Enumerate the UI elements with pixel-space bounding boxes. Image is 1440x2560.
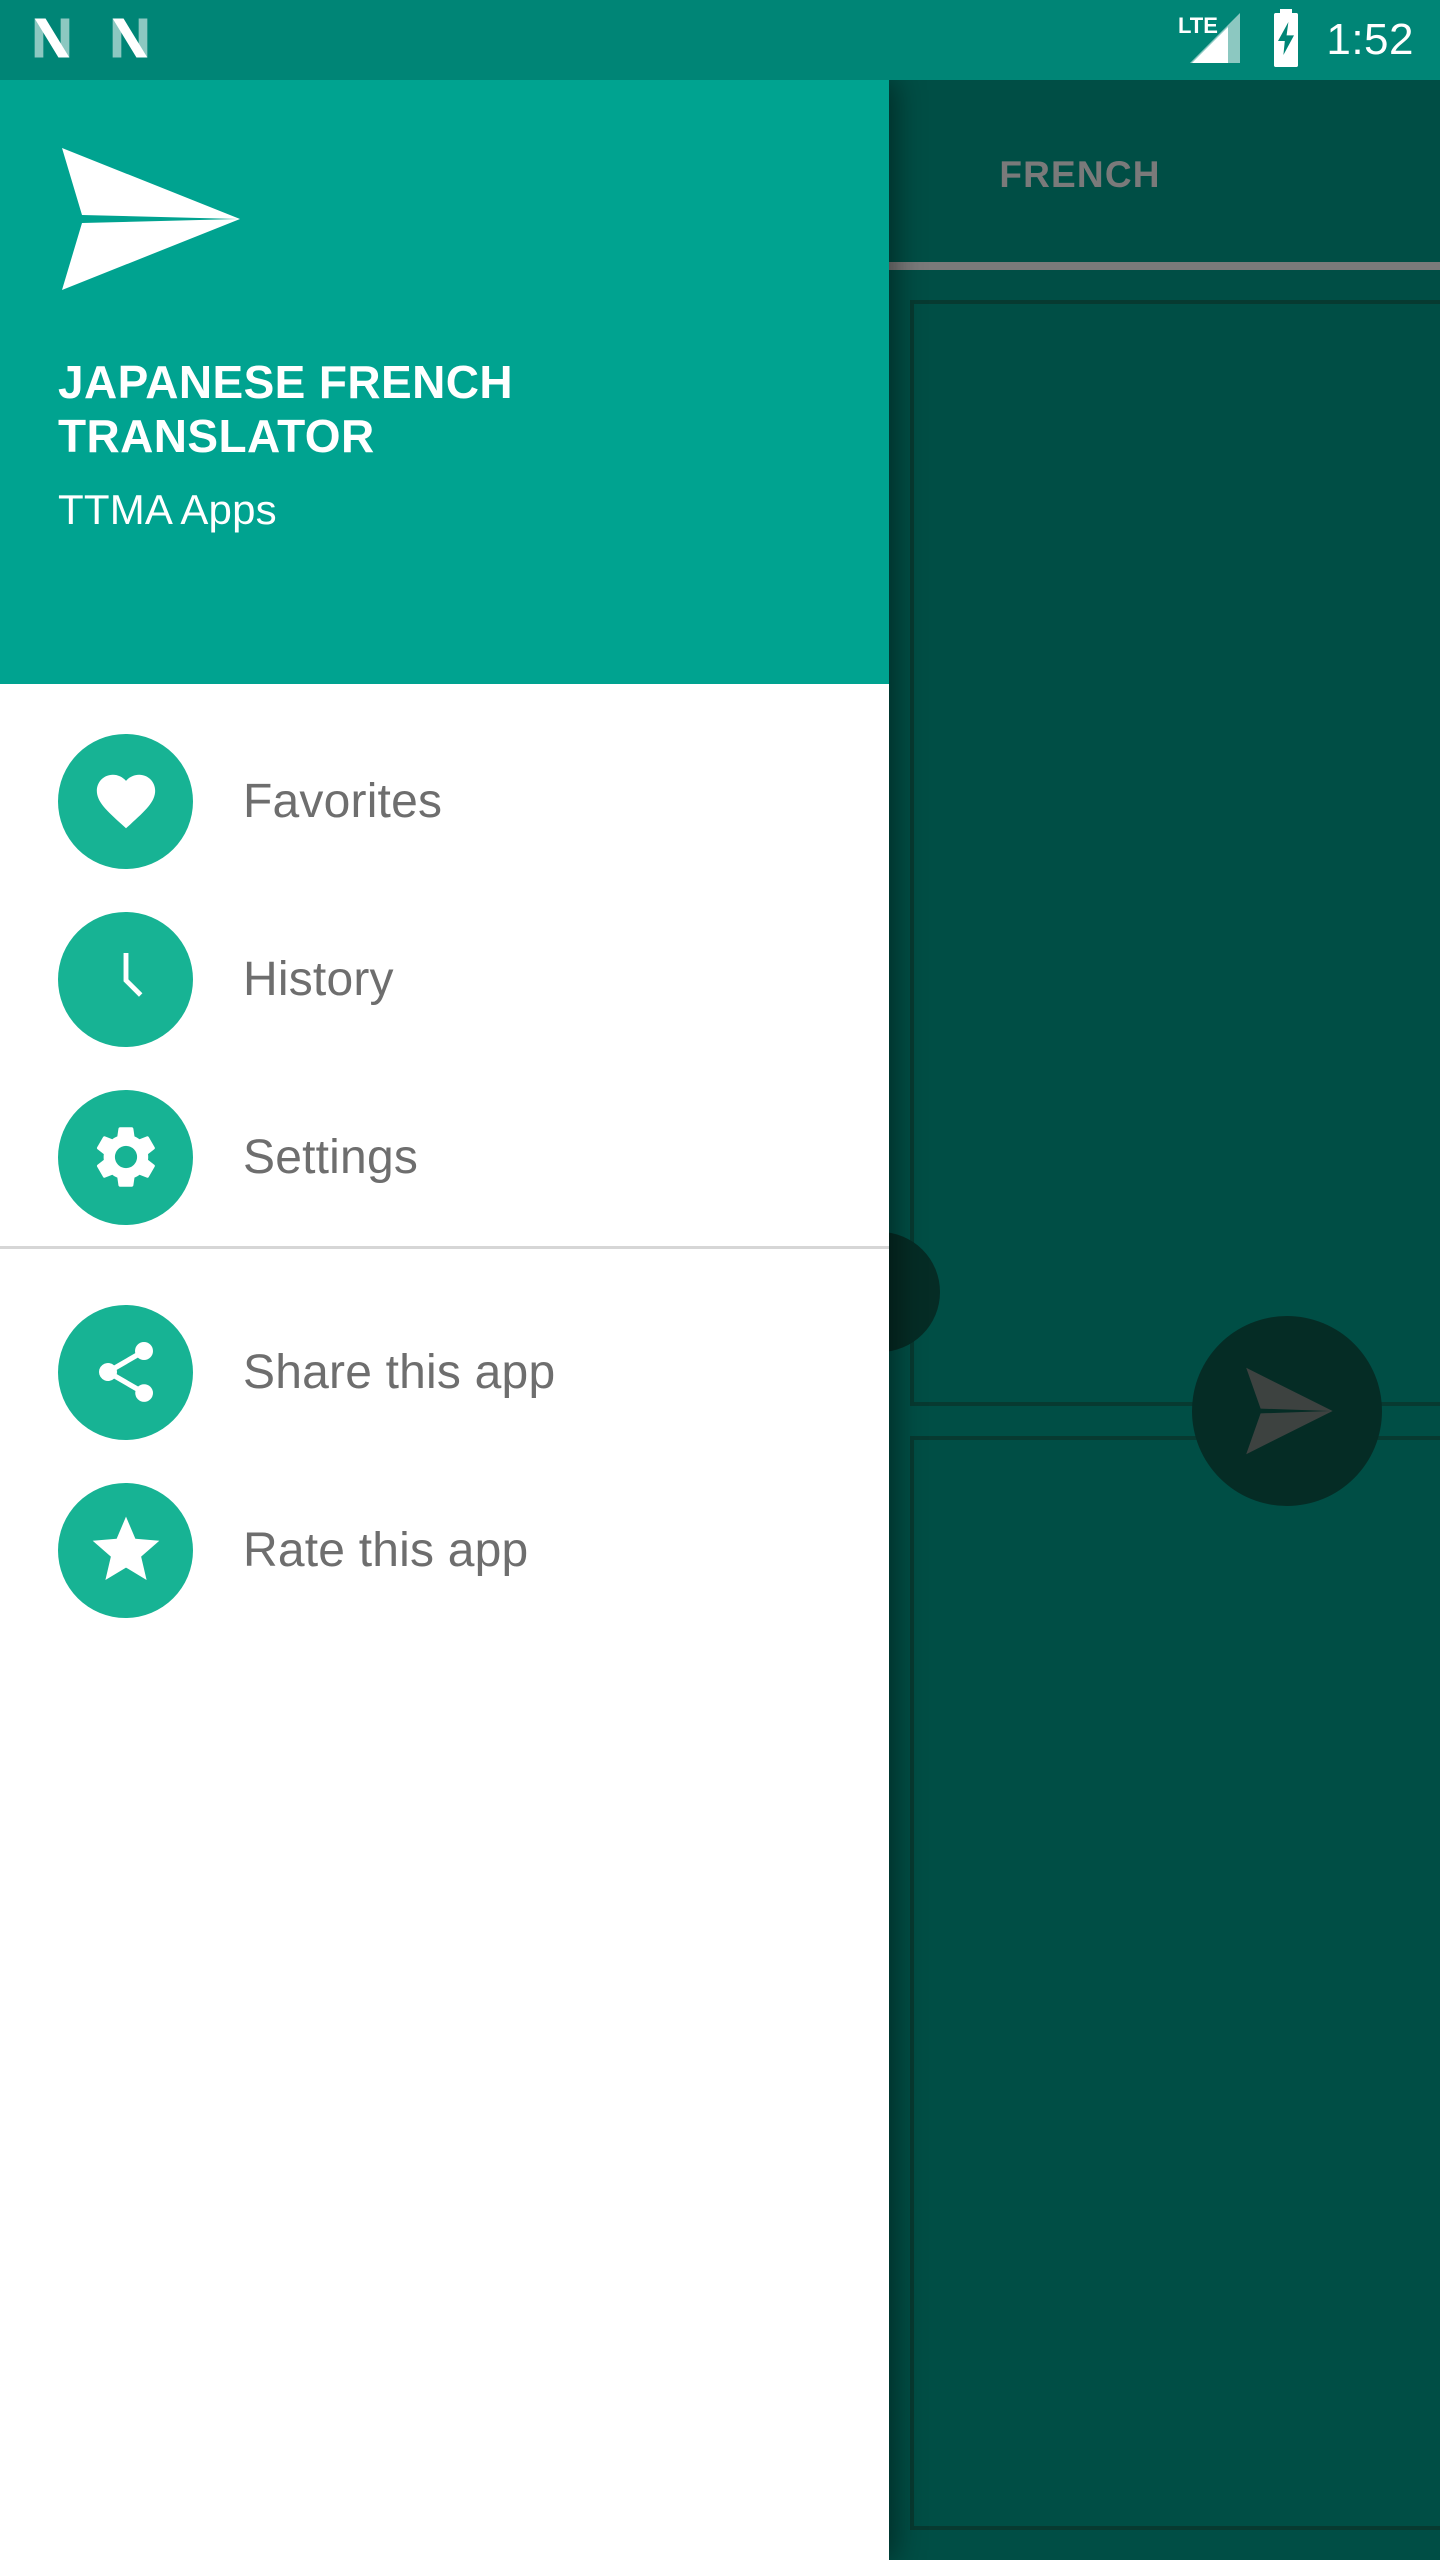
signal-bars-icon: LTE — [1178, 9, 1246, 72]
svg-text:LTE: LTE — [1178, 13, 1218, 38]
phone-screen: JAPANESE FRENCH JAPANESE FRENC — [0, 0, 1440, 2560]
sidebar-item-label: Rate this app — [243, 1523, 529, 1577]
battery-charging-icon — [1268, 8, 1304, 72]
drawer-secondary-menu: Share this app Rate this app — [0, 1249, 889, 1639]
drawer-primary-menu: Favorites History Settings — [0, 684, 889, 1246]
sidebar-item-favorites[interactable]: Favorites — [0, 712, 889, 890]
sidebar-item-label: History — [243, 952, 394, 1006]
android-n-icon — [104, 12, 156, 69]
sidebar-item-label: Settings — [243, 1130, 419, 1184]
sidebar-item-rate-app[interactable]: Rate this app — [0, 1461, 889, 1639]
sidebar-item-share-app[interactable]: Share this app — [0, 1283, 889, 1461]
status-bar-notifications — [26, 12, 156, 69]
android-n-icon — [26, 12, 78, 69]
status-bar-clock: 1:52 — [1326, 15, 1414, 64]
sidebar-item-history[interactable]: History — [0, 890, 889, 1068]
clock-icon — [58, 911, 193, 1047]
sidebar-item-label: Share this app — [243, 1345, 556, 1399]
status-bar: LTE 1:52 — [0, 0, 1440, 80]
drawer-app-title: JAPANESE FRENCH TRANSLATOR — [58, 356, 513, 463]
paper-plane-logo — [58, 144, 831, 299]
heart-icon — [58, 733, 193, 869]
drawer-app-publisher: TTMA Apps — [58, 485, 277, 533]
sidebar-item-settings[interactable]: Settings — [0, 1068, 889, 1246]
gear-icon — [58, 1089, 193, 1225]
navigation-drawer: JAPANESE FRENCH TRANSLATOR TTMA Apps Fav… — [0, 80, 889, 2560]
share-icon — [58, 1304, 193, 1440]
sidebar-item-label: Favorites — [243, 774, 443, 828]
drawer-header: JAPANESE FRENCH TRANSLATOR TTMA Apps — [0, 80, 889, 684]
status-bar-system-icons: LTE 1:52 — [1178, 8, 1414, 72]
star-icon — [58, 1482, 193, 1618]
